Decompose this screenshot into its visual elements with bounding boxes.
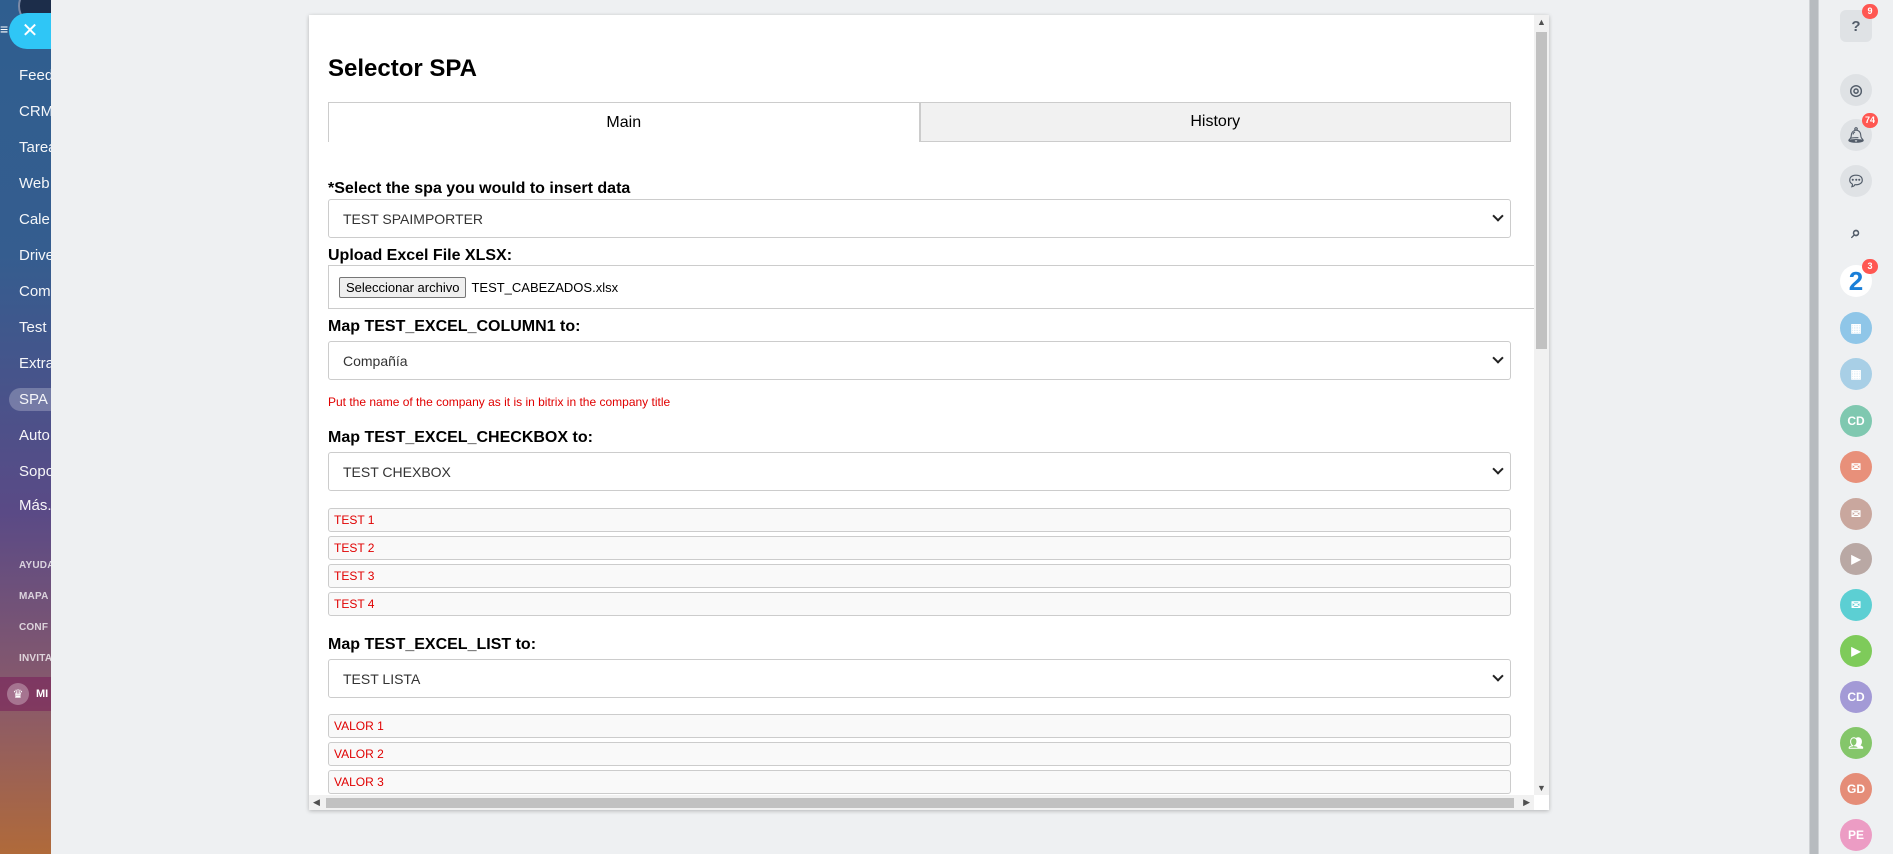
- scroll-left-icon[interactable]: ◀: [313, 797, 320, 808]
- calendar-icon[interactable]: ▦: [1840, 312, 1872, 344]
- map-checkbox-select[interactable]: TEST CHEXBOX: [328, 452, 1511, 491]
- map-column1-label: Map TEST_EXCEL_COLUMN1 to:: [328, 318, 581, 335]
- help-icon[interactable]: ? 9: [1840, 4, 1878, 42]
- list-option[interactable]: VALOR 3: [328, 770, 1511, 794]
- avatar[interactable]: PE: [1840, 819, 1872, 851]
- close-slider-button[interactable]: ✕: [9, 13, 51, 49]
- video-icon[interactable]: ▶: [1840, 635, 1872, 667]
- plan-row[interactable]: ♛ MI: [0, 677, 51, 711]
- nav-link-map[interactable]: MAPA: [19, 591, 49, 602]
- nav-link-help[interactable]: AYUDA: [19, 560, 51, 571]
- b24-badge: 3: [1862, 259, 1878, 274]
- scroll-right-icon[interactable]: ▶: [1523, 797, 1530, 808]
- crown-icon: ♛: [7, 683, 29, 705]
- plan-label: MI: [36, 688, 49, 700]
- map-list-value: TEST LISTA: [343, 670, 421, 687]
- bitrix24-icon[interactable]: 2 3: [1840, 259, 1878, 297]
- nav-link-invite[interactable]: INVITA: [19, 653, 51, 664]
- nav-item-drive[interactable]: Drive: [19, 247, 51, 264]
- list-option[interactable]: VALOR 1: [328, 714, 1511, 738]
- map-list-select[interactable]: TEST LISTA: [328, 659, 1511, 698]
- horizontal-scrollbar[interactable]: ◀ ▶: [309, 795, 1534, 810]
- page-title: Selector SPA: [328, 55, 477, 82]
- spa-select-label-text: Select the spa you would to insert data: [334, 180, 631, 197]
- nav-item-tasks[interactable]: Tarea: [19, 139, 51, 156]
- vertical-scroll-thumb[interactable]: [1536, 32, 1547, 349]
- nav-item-web[interactable]: Web: [19, 175, 50, 192]
- checkbox-option[interactable]: TEST 1: [328, 508, 1511, 532]
- panel-content: Selector SPA Main History *Select the sp…: [309, 15, 1538, 795]
- horizontal-scroll-thumb[interactable]: [326, 798, 1514, 808]
- checkbox-option[interactable]: TEST 2: [328, 536, 1511, 560]
- mail-icon[interactable]: ✉: [1840, 589, 1872, 621]
- calendar-icon[interactable]: ▦: [1840, 358, 1872, 390]
- map-list-label: Map TEST_EXCEL_LIST to:: [328, 636, 537, 653]
- spa-select-label: *Select the spa you would to insert data: [328, 180, 630, 198]
- video-icon[interactable]: ▶: [1840, 543, 1872, 575]
- company-hint: Put the name of the company as it is in …: [328, 395, 671, 409]
- nav-item-auto[interactable]: Auto: [19, 427, 50, 444]
- checkbox-option[interactable]: TEST 4: [328, 592, 1511, 616]
- choose-file-button[interactable]: Seleccionar archivo: [339, 276, 467, 298]
- right-toolbar: ? 9 ◎ 🔔︎ 74 💬︎ ⌕ 2 3 ▦ ▦ CD ✉ ✉ ▶ ✉ ▶ CD…: [1819, 0, 1893, 854]
- tab-history[interactable]: History: [919, 102, 1511, 142]
- nav-item-support[interactable]: Sopo: [19, 463, 51, 480]
- nav-item-more[interactable]: Más...: [19, 497, 51, 514]
- selected-file-name: TEST_CABEZADOS.xlsx: [471, 279, 619, 295]
- nav-item-feed[interactable]: Feed: [19, 67, 51, 84]
- checkbox-option[interactable]: TEST 3: [328, 564, 1511, 588]
- nav-item-crm[interactable]: CRM: [19, 103, 51, 120]
- nav-item-test[interactable]: Test: [19, 319, 47, 336]
- file-upload-field[interactable]: Seleccionar archivo TEST_CABEZADOS.xlsx: [328, 265, 1538, 309]
- bell-icon[interactable]: 🔔︎ 74: [1840, 113, 1878, 151]
- copilot-icon[interactable]: ◎: [1840, 74, 1872, 106]
- list-option[interactable]: VALOR 2: [328, 742, 1511, 766]
- notifications-badge: 74: [1861, 113, 1878, 128]
- group-icon[interactable]: 👥︎: [1840, 727, 1872, 759]
- avatar[interactable]: CD: [1840, 405, 1872, 437]
- spa-select-value: TEST SPAIMPORTER: [343, 210, 484, 227]
- page-scroll-thumb[interactable]: [1810, 0, 1818, 854]
- help-badge: 9: [1862, 4, 1878, 19]
- tab-bar: Main History: [328, 102, 1511, 142]
- tab-main[interactable]: Main: [328, 102, 920, 142]
- vertical-scrollbar[interactable]: ▲ ▼: [1534, 15, 1549, 795]
- chevron-down-icon: [1492, 463, 1504, 475]
- map-checkbox-label: Map TEST_EXCEL_CHECKBOX to:: [328, 429, 593, 446]
- nav-item-extra[interactable]: Extra: [19, 355, 51, 372]
- chevron-down-icon: [1492, 352, 1504, 364]
- scroll-up-icon[interactable]: ▲: [1537, 17, 1546, 27]
- avatar[interactable]: CD: [1840, 681, 1872, 713]
- chevron-down-icon: [1492, 670, 1504, 682]
- search-icon[interactable]: ⌕: [1840, 217, 1872, 249]
- mail-icon[interactable]: ✉: [1840, 451, 1872, 483]
- page-scrollbar[interactable]: [1809, 0, 1819, 854]
- nav-link-config[interactable]: CONF: [19, 622, 48, 633]
- left-sidebar: ≡ Feed CRM Tarea Web Cale Drive Com Test…: [0, 0, 51, 854]
- selector-spa-panel: Selector SPA Main History *Select the sp…: [309, 15, 1549, 810]
- spa-select[interactable]: TEST SPAIMPORTER: [328, 199, 1511, 238]
- chat-icon[interactable]: 💬︎: [1840, 165, 1872, 197]
- nav-item-spa[interactable]: SPA: [9, 388, 51, 411]
- nav-item-com[interactable]: Com: [19, 283, 51, 300]
- chevron-down-icon: [1492, 210, 1504, 222]
- scroll-down-icon[interactable]: ▼: [1537, 783, 1546, 793]
- map-column1-select[interactable]: Compañía: [328, 341, 1511, 380]
- map-column1-value: Compañía: [343, 352, 408, 369]
- mail-icon[interactable]: ✉: [1840, 498, 1872, 530]
- upload-label: Upload Excel File XLSX:: [328, 247, 513, 264]
- avatar[interactable]: GD: [1840, 773, 1872, 805]
- nav-item-calendar[interactable]: Cale: [19, 211, 50, 228]
- map-checkbox-value: TEST CHEXBOX: [343, 463, 451, 480]
